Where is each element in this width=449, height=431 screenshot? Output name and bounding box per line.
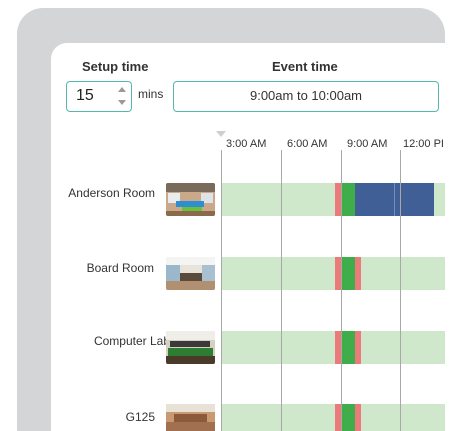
availability-bar[interactable] [221,183,445,216]
room-thumbnail[interactable] [166,404,215,431]
setup-block [355,331,361,364]
room-name: Board Room [86,261,154,275]
event-time-label: Event time [272,59,338,74]
availability-bar[interactable] [221,331,445,364]
setup-time-label: Setup time [82,59,149,74]
grid-line [281,150,282,431]
room-thumbnail[interactable] [166,331,215,364]
setup-block [355,404,361,431]
availability-bar[interactable] [221,257,445,290]
room-name: G125 [125,410,155,424]
room-name: Computer Lab [93,334,170,348]
grid-line [341,150,342,431]
availability-bar[interactable] [221,404,445,431]
setup-block [355,257,361,290]
chevron-up-icon[interactable] [118,87,126,92]
room-thumbnail[interactable] [166,257,215,290]
event-block [341,183,355,216]
time-tick: 3:00 AM [226,138,267,150]
room-thumbnail[interactable] [166,183,215,216]
event-block [341,257,355,290]
grid-line [400,150,401,431]
event-block [341,331,355,364]
current-time-marker-icon [216,131,226,137]
booking-divider [394,183,395,216]
chevron-down-icon[interactable] [118,100,126,105]
time-tick: 12:00 PI [403,138,444,150]
grid-line [221,150,222,431]
time-tick: 6:00 AM [287,138,328,150]
setup-time-stepper[interactable]: 15 [66,81,132,112]
event-time-field[interactable]: 9:00am to 10:00am [173,81,439,112]
room-name: Anderson Room [68,186,155,200]
event-block [341,404,355,431]
setup-time-unit: mins [138,87,164,101]
setup-time-value[interactable]: 15 [76,87,94,105]
stepper-arrows[interactable] [118,84,127,108]
time-tick: 9:00 AM [347,138,388,150]
